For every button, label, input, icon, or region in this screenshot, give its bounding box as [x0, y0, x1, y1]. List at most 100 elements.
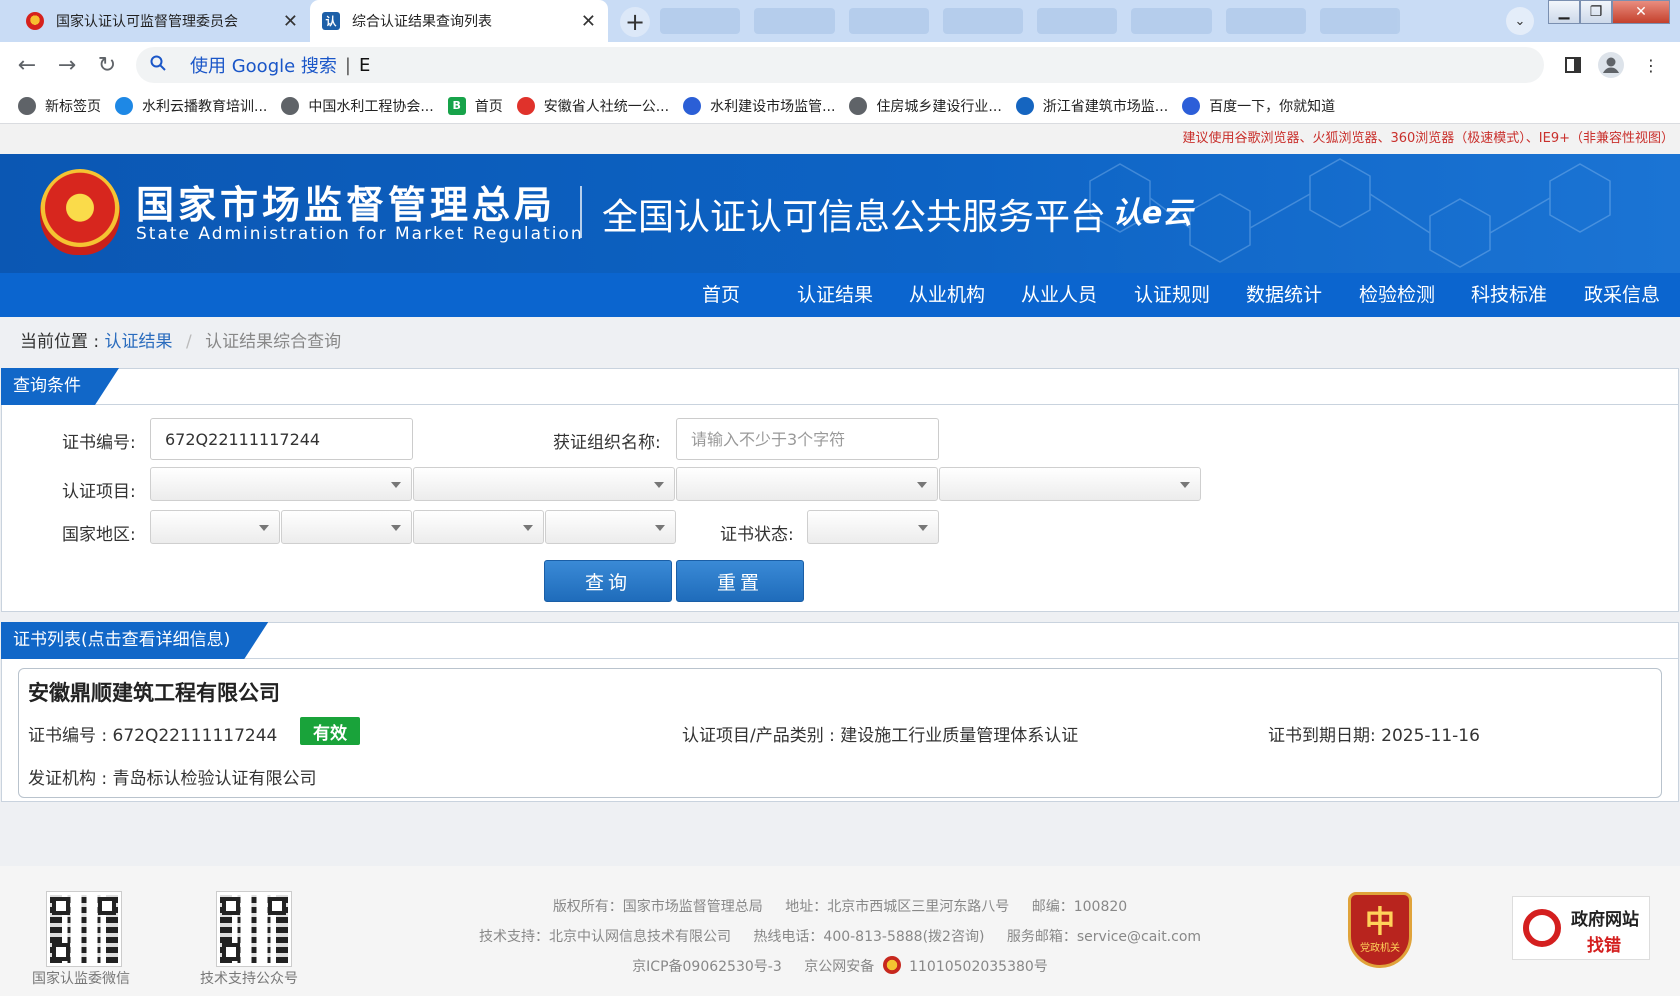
region-select-4[interactable]: [545, 510, 676, 544]
region-select-2[interactable]: [281, 510, 412, 544]
background-tabs[interactable]: [660, 8, 1400, 34]
side-panel-button[interactable]: [1560, 52, 1586, 78]
browser-notice: 建议使用谷歌浏览器、火狐浏览器、360浏览器（极速模式）、IE9+（非兼容性视图…: [0, 124, 1680, 154]
nav-home[interactable]: 首页: [702, 273, 740, 317]
header-divider: [580, 186, 582, 238]
caret-down-icon: [654, 482, 664, 488]
browser-tab-cnca[interactable]: 国家认证认可监督管理委员会 ✕: [14, 0, 310, 42]
service-email[interactable]: 服务邮箱：service@cait.com: [1007, 929, 1201, 945]
tab-search-button[interactable]: ⌄: [1506, 7, 1534, 35]
bookmark-item[interactable]: 住房城乡建设行业...: [849, 96, 1002, 116]
background-tab[interactable]: [1225, 8, 1306, 34]
reload-button[interactable]: ↻: [92, 50, 122, 80]
project-select-2[interactable]: [413, 467, 675, 501]
background-tab[interactable]: [754, 8, 835, 34]
project-select-3[interactable]: [676, 467, 938, 501]
background-tab[interactable]: [942, 8, 1023, 34]
breadcrumb-link[interactable]: 认证结果: [105, 332, 173, 352]
bookmark-label: 中国水利工程协会...: [308, 98, 434, 115]
certificate-card[interactable]: 安徽鼎顺建筑工程有限公司 证书编号 : 672Q22111117244 有效 认…: [18, 668, 1662, 798]
bookmark-label: 首页: [474, 98, 503, 115]
address-typed-text[interactable]: E: [359, 55, 370, 76]
cert-no-input[interactable]: [150, 418, 413, 460]
minimize-button[interactable]: ▁: [1548, 0, 1580, 24]
site-banner: 国家市场监督管理总局 State Administration for Mark…: [0, 154, 1680, 273]
bookmark-label: 水利建设市场监管...: [710, 98, 836, 115]
tab-title: 国家认证认可监督管理委员会: [56, 14, 238, 30]
bookmark-item[interactable]: 浙江省建筑市场监...: [1015, 96, 1168, 116]
tech-support: 技术支持：北京中认网信息技术有限公司: [478, 929, 731, 945]
new-tab-button[interactable]: +: [620, 7, 650, 37]
bookmark-item[interactable]: 中国水利工程协会...: [281, 96, 434, 116]
platform-title: 全国认证认可信息公共服务平台: [602, 197, 1107, 238]
nav-rules[interactable]: 认证规则: [1134, 273, 1210, 317]
bookmark-item[interactable]: 安徽省人社统一公...: [516, 96, 669, 116]
search-button[interactable]: 查询: [544, 560, 672, 602]
gov-site-error-link[interactable]: 政府网站 找错: [1512, 896, 1650, 960]
caret-down-icon: [1180, 482, 1190, 488]
profile-avatar-icon[interactable]: [1598, 52, 1624, 78]
party-badge-text: 党政机关: [1360, 942, 1400, 954]
nav-standards[interactable]: 科技标准: [1471, 273, 1547, 317]
bookmark-label: 新标签页: [45, 98, 101, 115]
nav-procurement[interactable]: 政采信息: [1584, 273, 1660, 317]
bookmark-item[interactable]: B 首页: [447, 96, 503, 116]
party-organ-badge[interactable]: 中 党政机关: [1348, 892, 1412, 968]
footer-line-3: 京ICP备09062530号-3 京公网安备 11010502035380号: [0, 956, 1680, 976]
forward-button[interactable]: →: [52, 50, 82, 80]
project-select-4[interactable]: [939, 467, 1201, 501]
bookmark-item[interactable]: 水利建设市场监管...: [683, 96, 835, 116]
breadcrumb: 当前位置 : 认证结果 / 认证结果综合查询: [20, 327, 341, 352]
nav-personnel[interactable]: 从业人员: [1021, 273, 1097, 317]
company-name[interactable]: 安徽鼎顺建筑工程有限公司: [28, 677, 280, 707]
region-select-3[interactable]: [413, 510, 544, 544]
back-button[interactable]: ←: [12, 50, 42, 80]
browser-tab-strip: 国家认证认可监督管理委员会 ✕ 认 综合认证结果查询列表 ✕ + ⌄ ▁ ❐ ✕: [0, 0, 1680, 42]
address-bar[interactable]: 使用 Google 搜索 | E: [136, 47, 1544, 83]
site-footer: 国家认监委微信 技术支持公众号 版权所有：国家市场监督管理总局 地址：北京市西城…: [0, 866, 1680, 996]
copyright: 版权所有：国家市场监督管理总局: [552, 899, 763, 915]
maximize-button[interactable]: ❐: [1580, 0, 1612, 24]
renyun-logo: 认e云: [1112, 196, 1193, 231]
gov-site-bottom: 找错: [1587, 936, 1621, 956]
bookmark-label: 住房城乡建设行业...: [876, 98, 1002, 115]
bookmark-item[interactable]: 水利云播教育培训...: [115, 96, 267, 116]
background-tab[interactable]: [1131, 8, 1212, 34]
background-tab[interactable]: [848, 8, 929, 34]
status-select[interactable]: [807, 510, 939, 544]
cert-no-label: 证书编号:: [62, 433, 136, 453]
icp-number[interactable]: 京ICP备09062530号-3: [632, 959, 782, 975]
close-icon[interactable]: ✕: [581, 11, 596, 32]
region-select-1[interactable]: [150, 510, 280, 544]
caret-down-icon: [917, 482, 927, 488]
breadcrumb-prefix: 当前位置 :: [20, 332, 100, 352]
police-record-number[interactable]: 11010502035380号: [909, 959, 1048, 975]
background-tab[interactable]: [660, 8, 741, 34]
background-tab[interactable]: [1037, 8, 1118, 34]
nav-cert-results[interactable]: 认证结果: [797, 273, 873, 317]
menu-kebab-icon[interactable]: ⋮: [1638, 52, 1664, 78]
globe-icon: [18, 96, 36, 115]
cert-number: 证书编号 : 672Q22111117244: [28, 726, 278, 746]
window-close-button[interactable]: ✕: [1612, 0, 1670, 24]
status-badge: 有效: [300, 717, 360, 745]
caret-down-icon: [391, 482, 401, 488]
nav-institutions[interactable]: 从业机构: [909, 273, 985, 317]
bookmark-item[interactable]: 百度一下，你就知道: [1182, 96, 1335, 116]
address-search-label: 使用 Google 搜索: [190, 56, 337, 77]
reload-icon: ↻: [97, 52, 117, 78]
project-select-1[interactable]: [150, 467, 412, 501]
emblem-favicon-icon: [26, 12, 44, 30]
background-tab[interactable]: [1319, 8, 1400, 34]
nav-testing[interactable]: 检验检测: [1359, 273, 1435, 317]
cert-project: 认证项目/产品类别 : 建设施工行业质量管理体系认证: [682, 726, 1079, 746]
bookmark-item[interactable]: 新标签页: [18, 96, 101, 116]
arrow-left-icon: ←: [17, 52, 37, 78]
browser-tab-active[interactable]: 认 综合认证结果查询列表 ✕: [310, 0, 608, 42]
blue-icon: [683, 96, 702, 115]
police-record-label: 京公网安备: [804, 959, 875, 975]
nav-statistics[interactable]: 数据统计: [1246, 273, 1322, 317]
close-icon[interactable]: ✕: [283, 11, 298, 32]
reset-button[interactable]: 重置: [676, 560, 804, 602]
org-name-input[interactable]: [676, 418, 939, 460]
